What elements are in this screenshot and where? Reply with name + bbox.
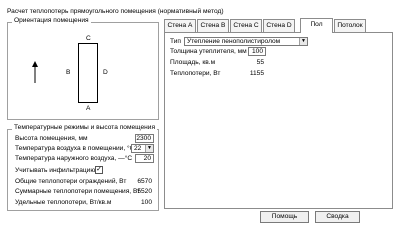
chevron-down-icon[interactable]: ▼: [299, 38, 307, 45]
floor-type-select[interactable]: Утепление пенополистиролом ▼: [184, 37, 308, 46]
specific-loss-value: 100: [140, 199, 152, 206]
help-button[interactable]: Помощь: [260, 211, 309, 223]
room-plan: [78, 43, 98, 103]
summary-button[interactable]: Сводка: [315, 211, 360, 223]
specific-loss-label: Удельные теплопотери, Вт/кв.м: [15, 199, 112, 206]
insulation-thickness-label: Толщина утеплителя, мм: [170, 48, 247, 55]
total-loss-label: Суммарные теплопотери помещения, Вт: [15, 188, 141, 195]
tab-wall-b[interactable]: Стена B: [197, 19, 229, 32]
chevron-down-icon[interactable]: ▼: [145, 145, 153, 152]
tab-ceiling[interactable]: Потолок: [334, 19, 366, 32]
inside-temp-value: 22: [134, 145, 142, 152]
floor-type-label: Тип: [170, 38, 181, 45]
wall-label-a: A: [86, 105, 91, 112]
window-title: Расчет теплопотерь прямоугольного помеще…: [7, 8, 224, 15]
floor-area-value: 55: [256, 59, 264, 66]
wall-label-c: C: [86, 35, 91, 42]
total-loss-value: 5520: [137, 188, 152, 195]
wall-label-b: B: [66, 69, 71, 76]
outside-temp-label: Температура наружного воздуха, —°С: [15, 155, 133, 162]
inside-temp-select[interactable]: 22 ▼: [131, 144, 154, 153]
tab-wall-d[interactable]: Стена D: [263, 19, 295, 32]
floor-type-value: Утепление пенополистиролом: [187, 38, 281, 45]
walls-loss-value: 6570: [137, 178, 152, 185]
tab-wall-c[interactable]: Стена C: [230, 19, 262, 32]
temperature-group-title: Температурные режимы и высота помещения: [12, 124, 158, 132]
wall-label-d: D: [103, 69, 108, 76]
room-height-label: Высота помещения, мм: [15, 135, 88, 142]
floor-loss-value: 1155: [249, 70, 264, 77]
tab-floor[interactable]: Пол: [300, 18, 333, 33]
floor-area-label: Площадь, кв.м: [170, 59, 216, 66]
orientation-group-title: Ориентация помещения: [12, 17, 91, 25]
tab-wall-a[interactable]: Стена A: [164, 19, 196, 32]
floor-loss-label: Теплопотери, Вт: [170, 70, 221, 77]
infiltration-checkbox[interactable]: ✓: [95, 166, 103, 174]
room-height-field[interactable]: 2300: [135, 134, 154, 143]
infiltration-label: Учитывать инфильтрацию: [15, 167, 96, 174]
inside-temp-label: Температура воздуха в помещении, °С: [15, 145, 135, 152]
outside-temp-field[interactable]: 20: [135, 154, 154, 163]
insulation-thickness-field[interactable]: 100: [248, 47, 266, 56]
north-arrow-icon: [32, 61, 38, 83]
walls-loss-label: Общие теплопотери ограждений, Вт: [15, 178, 127, 185]
